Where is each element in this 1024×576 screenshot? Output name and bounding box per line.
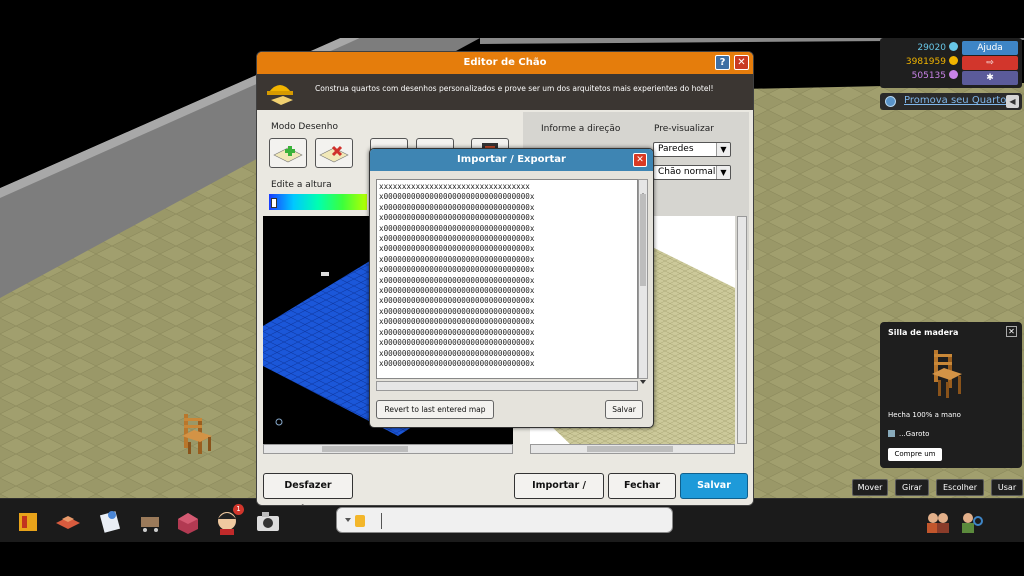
chevron-down-icon[interactable]: ▼ — [716, 166, 730, 179]
ducket-icon — [949, 70, 958, 79]
architect-helmet-icon — [267, 85, 293, 105]
draw-mode-label: Modo Desenho — [271, 122, 338, 132]
chat-input[interactable] — [336, 507, 673, 533]
editor-title[interactable]: Editor de Chão — [257, 52, 753, 74]
move-button[interactable]: Mover — [852, 479, 888, 496]
revert-map-button[interactable]: Revert to last entered map — [376, 400, 494, 419]
diamond-icon — [949, 42, 958, 51]
settings-button[interactable]: ✱ — [962, 71, 1018, 85]
search-friends-icon[interactable] — [958, 507, 986, 535]
rotate-button[interactable]: Girar — [895, 479, 929, 496]
rooms-icon[interactable] — [54, 507, 82, 535]
notification-badge: 1 — [233, 504, 244, 515]
editor-description: Construa quartos com desenhos personaliz… — [315, 84, 714, 93]
duckets-counter: 505135 — [912, 70, 958, 84]
catalog-icon[interactable] — [96, 507, 124, 535]
undo-changes-button[interactable]: Desfazer mudanças — [263, 473, 353, 505]
chevron-left-icon[interactable]: ◀ — [1006, 95, 1019, 108]
coin-icon — [949, 56, 958, 65]
logout-button[interactable]: ⇨ — [962, 56, 1018, 70]
chair-preview-icon — [932, 350, 962, 398]
credits-counter: 3981959 — [906, 56, 958, 70]
scroll-up-icon[interactable] — [640, 183, 646, 197]
furni-name: Silla de madera — [888, 328, 959, 337]
help-icon[interactable]: ? — [715, 55, 730, 70]
exit-icon: ⇨ — [986, 58, 994, 68]
text-caret — [381, 513, 382, 529]
promote-room-link[interactable]: Promova seu Quarto — [904, 95, 1006, 106]
dialog-title[interactable]: Importar / Exportar — [370, 149, 653, 171]
promote-room-bar[interactable]: Promova seu Quarto ◀ — [880, 93, 1022, 110]
duckets-value: 505135 — [911, 71, 946, 81]
remove-tile-button[interactable] — [315, 138, 353, 168]
edit-height-label: Edite a altura — [271, 180, 332, 190]
currency-panel: 29020 3981959 505135 Ajuda ⇨ ✱ — [880, 38, 1022, 88]
remove-tile-icon — [319, 145, 349, 163]
owner-name: ...Garoto — [899, 430, 930, 438]
furni-description: Hecha 100% a mano — [888, 411, 961, 419]
diamonds-value: 29020 — [917, 43, 946, 53]
import-export-dialog: Importar / Exportar ✕ xxxxxxxxxxxxxxxxxx… — [369, 148, 654, 428]
close-icon[interactable]: ✕ — [1006, 326, 1017, 337]
furni-info-panel: Silla de madera ✕ Hecha 100% a mano ...G… — [880, 322, 1022, 468]
chevron-down-icon[interactable]: ▼ — [716, 143, 730, 156]
globe-icon — [885, 96, 896, 107]
preview-label: Pre-visualizar — [654, 124, 714, 134]
save-button[interactable]: Salvar — [680, 473, 748, 499]
furni-owner[interactable]: ...Garoto — [888, 430, 929, 438]
preview-hscroll[interactable] — [530, 444, 735, 454]
floor-select-value: Chão normal — [658, 167, 716, 177]
friends-icon[interactable] — [924, 507, 952, 535]
add-tile-icon — [273, 146, 303, 163]
map-vscroll[interactable] — [638, 179, 648, 384]
help-button[interactable]: Ajuda — [962, 41, 1018, 55]
draw-canvas-hscroll[interactable] — [263, 444, 513, 454]
shop-cart-icon[interactable] — [136, 507, 164, 535]
door-direction-label: Informe a direção — [541, 124, 621, 134]
map-text[interactable]: xxxxxxxxxxxxxxxxxxxxxxxxxxxxxxxxx x00000… — [379, 182, 534, 369]
diamonds-counter: 29020 — [917, 42, 958, 56]
pickup-button[interactable]: Escolher — [936, 479, 984, 496]
close-icon[interactable]: ✕ — [734, 55, 749, 70]
add-tile-button[interactable] — [269, 138, 307, 168]
walls-select-value: Paredes normais — [658, 144, 694, 154]
map-textarea[interactable]: xxxxxxxxxxxxxxxxxxxxxxxxxxxxxxxxx x00000… — [376, 179, 638, 379]
map-scroll-thumb[interactable] — [640, 194, 646, 286]
buy-button[interactable]: Compre um — [888, 448, 942, 461]
floor-select[interactable]: Chão normal ▼ — [653, 165, 731, 180]
walls-select[interactable]: Paredes normais ▼ — [653, 142, 731, 157]
user-icon — [888, 430, 895, 437]
chat-style-icon[interactable] — [345, 514, 367, 528]
map-hscroll[interactable] — [376, 381, 638, 391]
inventory-icon[interactable] — [174, 507, 202, 535]
height-slider-handle[interactable] — [271, 198, 277, 208]
close-button[interactable]: Fechar — [608, 473, 676, 499]
avatar-icon[interactable]: 1 — [214, 504, 244, 535]
import-export-button[interactable]: Importar / Exportar — [514, 473, 604, 505]
credits-value: 3981959 — [905, 57, 946, 67]
close-icon[interactable]: ✕ — [633, 153, 647, 167]
camera-icon[interactable] — [254, 507, 282, 535]
gear-icon: ✱ — [986, 73, 994, 83]
dialog-save-button[interactable]: Salvar — [605, 400, 643, 419]
hotel-view-icon[interactable] — [14, 507, 42, 535]
scroll-down-icon[interactable] — [640, 370, 646, 384]
use-button[interactable]: Usar — [991, 479, 1023, 496]
height-gradient-slider[interactable] — [269, 194, 367, 210]
editor-banner: Construa quartos com desenhos personaliz… — [257, 74, 753, 110]
game-screen: 29020 3981959 505135 Ajuda ⇨ ✱ Promova s… — [0, 0, 1024, 576]
preview-vscroll[interactable] — [737, 216, 747, 444]
